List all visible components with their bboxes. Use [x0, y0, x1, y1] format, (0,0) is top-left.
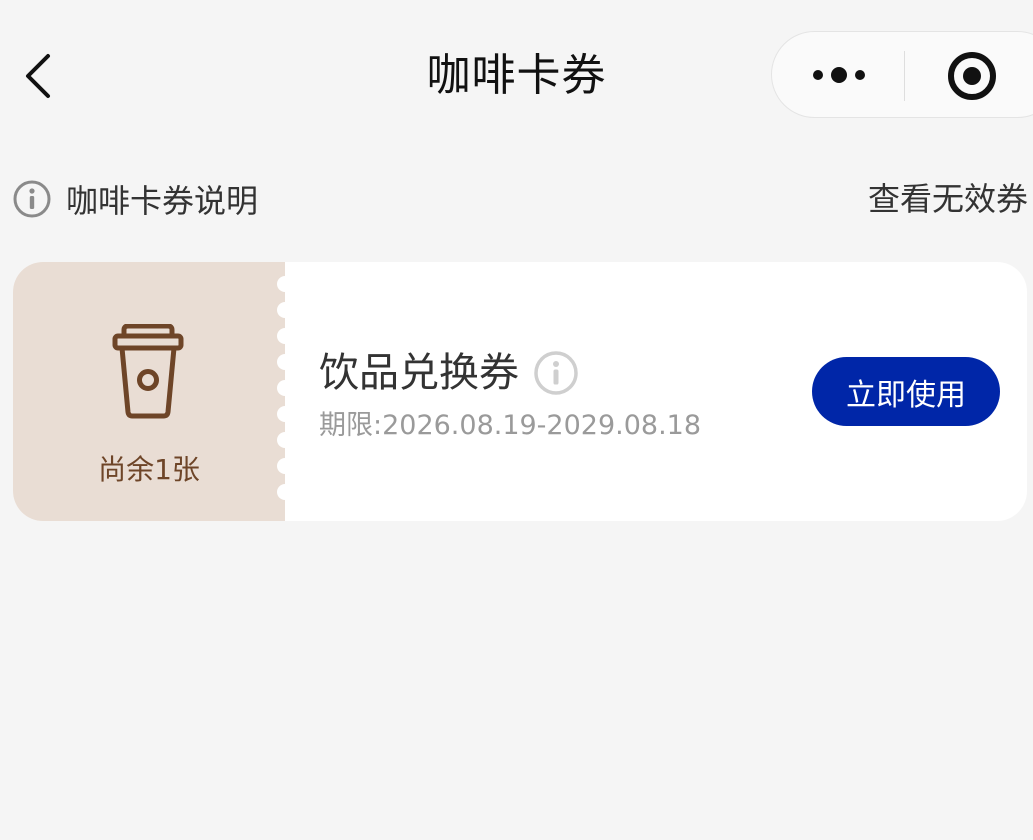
- info-circle-icon: [534, 351, 578, 395]
- capsule-divider: [904, 51, 905, 101]
- perforation-edge: [277, 276, 293, 500]
- more-button[interactable]: [810, 58, 868, 92]
- coupon-validity: 期限:2026.08.19-2029.08.18: [319, 410, 702, 441]
- mini-program-capsule: [771, 31, 1033, 118]
- view-invalid-coupons-link[interactable]: 查看无效券: [868, 174, 1028, 224]
- coupon-card: 尚余1张 饮品兑换券 期限:2026.08.19-2029.08.18 立即使用: [13, 262, 1027, 521]
- use-now-button[interactable]: 立即使用: [812, 357, 1000, 426]
- coupon-explain-label: 咖啡卡券说明: [66, 182, 259, 220]
- remaining-count: 尚余1张: [98, 453, 200, 486]
- info-circle-icon: [13, 180, 51, 218]
- more-dots-icon: [813, 67, 865, 83]
- coupon-info-bar: 咖啡卡券说明 查看无效券: [12, 174, 1028, 224]
- coffee-cup-icon: [112, 324, 184, 419]
- coupon-stub: 尚余1张: [13, 262, 285, 521]
- coupon-info-button[interactable]: [533, 350, 579, 396]
- close-mini-program-button[interactable]: [946, 50, 998, 102]
- record-target-icon: [948, 52, 996, 100]
- coupon-title: 饮品兑换券: [319, 346, 579, 400]
- navigation-bar: 咖啡卡券: [0, 0, 1033, 150]
- coupon-name-text: 饮品兑换券: [319, 350, 519, 396]
- coupon-explain-link[interactable]: 咖啡卡券说明: [12, 174, 258, 224]
